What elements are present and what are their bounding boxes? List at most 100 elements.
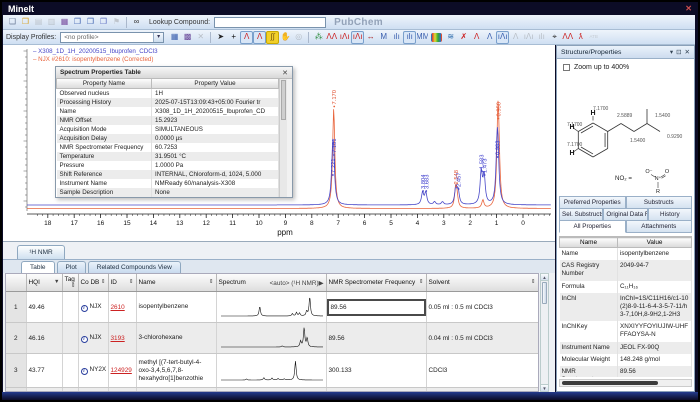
col-hqi[interactable]: HQI▼ bbox=[26, 274, 62, 292]
pointer-icon[interactable]: ➤ bbox=[214, 31, 227, 44]
property-row[interactable]: Nameisopentylbenzene bbox=[560, 248, 692, 261]
panel-pin-icon[interactable]: ⊡ bbox=[676, 48, 681, 56]
table-row[interactable]: 246.16iNJX31933-chlorohexane89.560.04 ml… bbox=[6, 323, 538, 354]
col-id[interactable]: ID⇕ bbox=[108, 274, 136, 292]
process-disabled-icon[interactable]: Λ bbox=[509, 31, 522, 44]
props-col-value[interactable]: Value bbox=[618, 238, 692, 248]
new-document-icon[interactable]: ❑ bbox=[6, 16, 19, 29]
peaks-select-icon[interactable]: ıΛı bbox=[351, 31, 364, 44]
tab-related-compounds-view[interactable]: Related Compounds View bbox=[88, 261, 181, 273]
colormap-icon[interactable] bbox=[431, 33, 442, 42]
atb-icon[interactable]: ATB bbox=[587, 31, 600, 44]
peaks-red-icon[interactable]: ΛΛ bbox=[325, 31, 338, 44]
table-row[interactable]: 343.77iNY2X124929methyl [(7-tert-butyl-4… bbox=[6, 354, 538, 388]
copy-table-icon[interactable]: ❐ bbox=[84, 16, 97, 29]
info-icon[interactable]: i bbox=[81, 368, 88, 375]
flag-icon[interactable]: ⚑ bbox=[110, 16, 123, 29]
import-icon[interactable]: ▤ bbox=[32, 16, 45, 29]
peaks-red-alt-icon[interactable]: ıΛı bbox=[338, 31, 351, 44]
props-col-name[interactable]: Name bbox=[560, 238, 618, 248]
property-row[interactable]: CAS Registry Number2049-94-7 bbox=[560, 260, 692, 280]
property-row[interactable]: Instrument NameJEOL FX-90Q bbox=[560, 342, 692, 354]
id-link[interactable]: 124929 bbox=[111, 367, 132, 374]
popup-property-row[interactable]: Pressure1.0000 Pa bbox=[57, 161, 279, 170]
subtract-spectrum-icon[interactable]: Λ bbox=[470, 31, 483, 44]
property-row[interactable]: FormulaC₁₁H₁₆ bbox=[560, 281, 692, 293]
col-spectrum[interactable]: Spectrum<auto> (¹H NMR)▶ bbox=[216, 274, 326, 292]
popup-property-row[interactable]: NMR Offset15.2923 bbox=[57, 116, 279, 125]
crosshair-icon[interactable]: + bbox=[227, 31, 240, 44]
popup-property-row[interactable]: Observed nucleus1H bbox=[57, 89, 279, 99]
zoom-mode-icon[interactable]: ◎ bbox=[292, 31, 305, 44]
copy-spectrum-icon[interactable]: ❐ bbox=[71, 16, 84, 29]
tab-1h-nmr[interactable]: ¹H NMR bbox=[17, 245, 65, 259]
property-row[interactable]: Molecular Weight148.248 g/mol bbox=[560, 354, 692, 366]
pan-hand-icon[interactable]: ✋ bbox=[279, 31, 292, 44]
panel-menu-icon[interactable]: ▾ bbox=[670, 48, 673, 56]
popup-property-row[interactable]: Sample DescriptionNone bbox=[57, 188, 279, 197]
copy-all-icon[interactable]: ❐ bbox=[97, 16, 110, 29]
histogram-select-icon[interactable]: ılı bbox=[403, 31, 416, 44]
popup-property-row[interactable]: Shift ReferenceINTERNAL, Chloroform-d, 1… bbox=[57, 170, 279, 179]
contour-icon[interactable]: ≋ bbox=[444, 31, 457, 44]
info-icon[interactable]: i bbox=[81, 305, 88, 312]
layout-setup-icon[interactable]: ▩ bbox=[181, 31, 194, 44]
id-link[interactable]: 3193 bbox=[111, 335, 125, 342]
reference-set-icon[interactable]: ƛ bbox=[574, 31, 587, 44]
export-icon[interactable]: ▥ bbox=[45, 16, 58, 29]
table-row[interactable]: 149.46iNJX2610isopentylbenzene89.560.05 … bbox=[6, 292, 538, 323]
display-profile-select[interactable]: <no profile> ▾ bbox=[60, 32, 164, 43]
popup-property-row[interactable]: NameX308_1D_1H_20200515_Ibuprofen_CD bbox=[57, 107, 279, 116]
peak-pick-icon[interactable]: Λ bbox=[240, 31, 253, 44]
chevron-down-icon[interactable]: ▾ bbox=[153, 33, 163, 42]
popup-property-row[interactable]: Acquisition Delay0.0000 µs bbox=[57, 134, 279, 143]
popup-property-row[interactable]: Processing History2025-07-15T13:09:43+05… bbox=[57, 98, 279, 107]
popup-header[interactable]: Spectrum Properties Table ✕ bbox=[56, 67, 292, 79]
popup-close-icon[interactable]: ✕ bbox=[282, 69, 288, 77]
tab-all-properties[interactable]: All Properties bbox=[559, 220, 626, 233]
col-name[interactable]: Name⇕ bbox=[136, 274, 216, 292]
integral-icon[interactable]: ∫∫ bbox=[266, 31, 279, 44]
popup-property-row[interactable]: Temperature31.9501 °C bbox=[57, 152, 279, 161]
property-row[interactable]: InChIKeyXNXIYYFOYIUJIW-UHFFFAOYSA-N bbox=[560, 321, 692, 341]
popup-property-row[interactable]: NMR Spectrometer Frequency60.7253 bbox=[57, 143, 279, 152]
popup-col-property-name[interactable]: Property Name bbox=[57, 79, 152, 89]
property-row[interactable]: InChIInChI=1S/C11H16/c1-10(2)8-9-11-6-4-… bbox=[560, 293, 692, 322]
popup-col-property-value[interactable]: Property Value bbox=[152, 79, 279, 89]
window-close-button[interactable]: ✕ bbox=[685, 4, 692, 13]
results-table-scrollbar[interactable]: ▲ ▼ bbox=[540, 273, 549, 392]
stack-plot-icon[interactable]: M bbox=[377, 31, 390, 44]
id-link[interactable]: 2610 bbox=[111, 304, 125, 311]
comb-spectra-icon[interactable]: MM bbox=[416, 31, 429, 44]
popup-scrollbar[interactable] bbox=[279, 79, 287, 197]
process2-disabled-icon[interactable]: ıΛı bbox=[522, 31, 535, 44]
popup-property-row[interactable]: Instrument NameNMReady 60/nanalysis-X308 bbox=[57, 179, 279, 188]
spectrum-plot-area[interactable]: 1817161514131211109876543210ppm7.2217.18… bbox=[3, 45, 555, 242]
process3-disabled-icon[interactable]: ılı bbox=[535, 31, 548, 44]
cluster-analysis-icon[interactable]: ⁂ bbox=[312, 31, 325, 44]
clear-layout-icon[interactable]: ✕ bbox=[194, 31, 207, 44]
tab-attachments[interactable]: Attachments bbox=[626, 220, 693, 233]
col-solvent[interactable]: Solvent⇕ bbox=[426, 274, 538, 292]
annotate-peak-icon[interactable]: ⌖ bbox=[548, 31, 561, 44]
col-co-db[interactable]: Co DB⇕ bbox=[78, 274, 108, 292]
zoom-400-checkbox[interactable] bbox=[563, 64, 570, 71]
add-spectrum-icon[interactable]: Λ bbox=[483, 31, 496, 44]
histogram-icon[interactable]: ılı bbox=[390, 31, 403, 44]
property-row[interactable]: NMR Spectrometer89.56 bbox=[560, 366, 692, 377]
info-icon[interactable]: i bbox=[81, 336, 88, 343]
lookup-compound-input[interactable] bbox=[214, 17, 326, 28]
exclude-region-icon[interactable]: ✗ bbox=[457, 31, 470, 44]
tab-plot[interactable]: Plot bbox=[57, 261, 86, 273]
peak-pick-manual-icon[interactable]: Λ bbox=[253, 31, 266, 44]
col-tag[interactable]: Tag⇕ bbox=[62, 274, 78, 292]
layout-grid-icon[interactable]: ▦ bbox=[168, 31, 181, 44]
panel-hscrollbar[interactable] bbox=[559, 379, 692, 387]
panel-close-icon[interactable]: ✕ bbox=[685, 48, 690, 56]
tab-table[interactable]: Table bbox=[21, 261, 55, 273]
popup-property-row[interactable]: Acquisition ModeSIMULTANEOUS bbox=[57, 125, 279, 134]
fit-width-icon[interactable]: ↔ bbox=[364, 31, 377, 44]
col-nmr-frequency[interactable]: NMR Spectrometer Frequency⇕ bbox=[326, 274, 426, 292]
reference-peaks-icon[interactable]: ΛΛ bbox=[561, 31, 574, 44]
open-file-icon[interactable]: ❒ bbox=[19, 16, 32, 29]
